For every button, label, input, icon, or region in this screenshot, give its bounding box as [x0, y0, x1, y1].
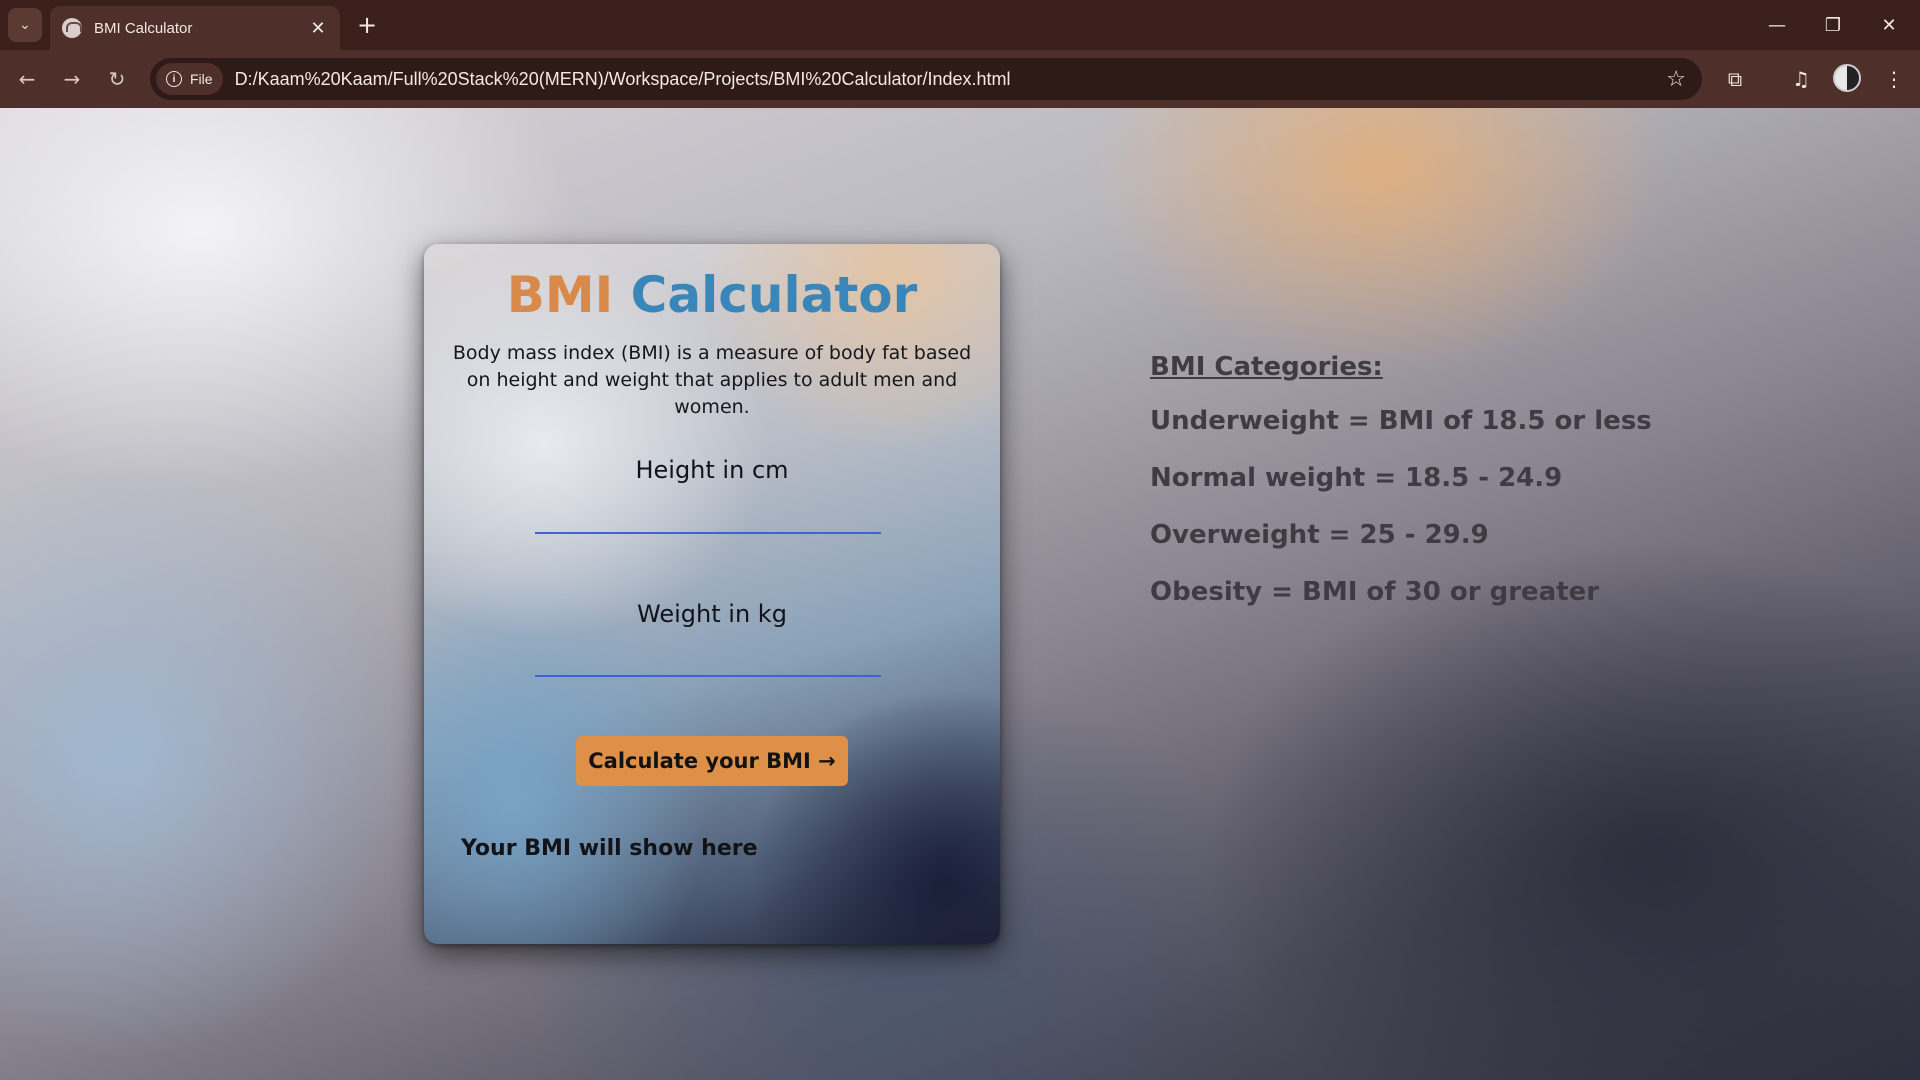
category-overweight: Overweight = 25 - 29.9	[1150, 520, 1489, 550]
title-bmi: BMI	[506, 266, 614, 324]
address-bar[interactable]: i File D:/Kaam%20Kaam/Full%20Stack%20(ME…	[150, 58, 1702, 100]
bmi-description: Body mass index (BMI) is a measure of bo…	[452, 342, 972, 418]
bmi-result: Your BMI will show here	[461, 836, 758, 861]
tab-search-icon[interactable]: ⌄	[8, 8, 42, 42]
height-underline	[535, 532, 881, 534]
file-chip-label: File	[190, 71, 213, 87]
favicon-icon	[62, 18, 82, 38]
weight-input[interactable]	[535, 642, 881, 674]
back-button[interactable]: ←	[12, 64, 42, 94]
window-close-button[interactable]: ✕	[1869, 10, 1909, 40]
minimize-button[interactable]: —	[1757, 10, 1797, 40]
browser-toolbar: ← → ↻ i File D:/Kaam%20Kaam/Full%20Stack…	[0, 50, 1920, 108]
info-icon: i	[166, 71, 182, 87]
avatar[interactable]	[1833, 64, 1861, 92]
page-title: BMI Calculator	[424, 266, 1000, 324]
forward-button[interactable]: →	[57, 64, 87, 94]
bmi-categories: BMI Categories: Underweight = BMI of 18.…	[1150, 352, 1652, 634]
height-label: Height in cm	[635, 456, 789, 484]
new-tab-button[interactable]: +	[352, 10, 382, 40]
extensions-icon[interactable]: ⧉	[1720, 64, 1750, 94]
calculate-bmi-button[interactable]: Calculate your BMI →	[576, 736, 848, 786]
tab-title: BMI Calculator	[94, 19, 193, 37]
category-underweight: Underweight = BMI of 18.5 or less	[1150, 406, 1652, 436]
category-obesity: Obesity = BMI of 30 or greater	[1150, 577, 1600, 607]
height-input[interactable]	[535, 498, 881, 530]
restore-button[interactable]: ❐	[1813, 10, 1853, 40]
url-text[interactable]: D:/Kaam%20Kaam/Full%20Stack%20(MERN)/Wor…	[235, 69, 1667, 90]
menu-icon[interactable]: ⋮	[1879, 64, 1909, 94]
bmi-card: BMI Calculator Body mass index (BMI) is …	[424, 244, 1000, 944]
weight-label: Weight in kg	[637, 600, 787, 628]
page-background: BMI Calculator Body mass index (BMI) is …	[0, 108, 1920, 1080]
tab-close-icon[interactable]: ✕	[308, 18, 328, 39]
tab-strip: ⌄ BMI Calculator ✕ + — ❐ ✕	[0, 0, 1920, 50]
star-icon[interactable]: ☆	[1666, 67, 1686, 92]
tab-bmi-calculator[interactable]: BMI Calculator ✕	[50, 6, 340, 50]
weight-underline	[535, 675, 881, 677]
title-calculator: Calculator	[630, 266, 918, 324]
site-info-chip[interactable]: i File	[156, 63, 223, 95]
category-normal-weight: Normal weight = 18.5 - 24.9	[1150, 463, 1563, 493]
media-controls-icon[interactable]: ♫	[1786, 64, 1816, 94]
reload-button[interactable]: ↻	[102, 64, 132, 94]
categories-heading: BMI Categories:	[1150, 352, 1383, 382]
